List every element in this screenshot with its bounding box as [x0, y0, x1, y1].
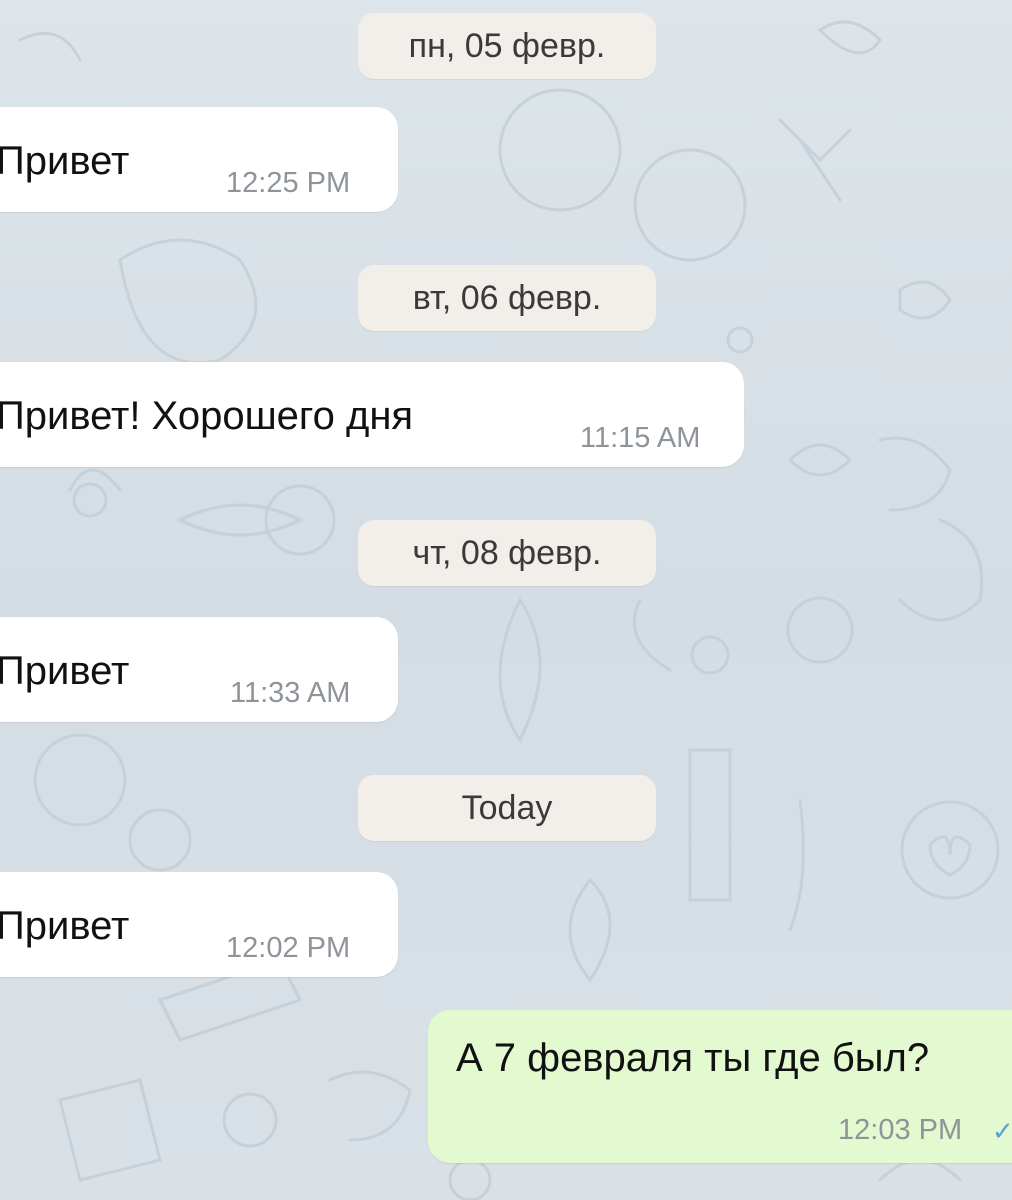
message-time: 11:15 AM [580, 422, 701, 454]
message-time: 12:02 PM [226, 932, 351, 964]
date-separator: пн, 05 февр. [358, 13, 656, 79]
message-text: А 7 февраля ты где был? [456, 1036, 930, 1080]
date-label: чт, 08 февр. [412, 533, 602, 572]
message-time: 11:33 AM [230, 677, 351, 709]
incoming-message[interactable]: Привет 11:33 AM [0, 617, 398, 722]
message-text: Привет [0, 649, 130, 693]
message-time: 12:03 PM [838, 1114, 963, 1146]
date-label: Today [461, 788, 553, 827]
date-label: пн, 05 февр. [408, 26, 606, 65]
message-text: Привет [0, 139, 130, 183]
date-separator: Today [358, 775, 656, 841]
incoming-message[interactable]: Привет! Хорошего дня 11:15 AM [0, 362, 744, 467]
message-text: Привет! Хорошего дня [0, 394, 414, 438]
incoming-message[interactable]: Привет 12:25 PM [0, 107, 398, 212]
single-check-icon: ✓ [992, 1116, 1012, 1146]
message-text: Привет [0, 904, 130, 948]
outgoing-message[interactable]: А 7 февраля ты где был? 12:03 PM ✓ [428, 1010, 1012, 1163]
incoming-message[interactable]: Привет 12:02 PM [0, 872, 398, 977]
date-label: вт, 06 февр. [412, 278, 602, 317]
message-time: 12:25 PM [226, 167, 351, 199]
date-separator: чт, 08 февр. [358, 520, 656, 586]
date-separator: вт, 06 февр. [358, 265, 656, 331]
